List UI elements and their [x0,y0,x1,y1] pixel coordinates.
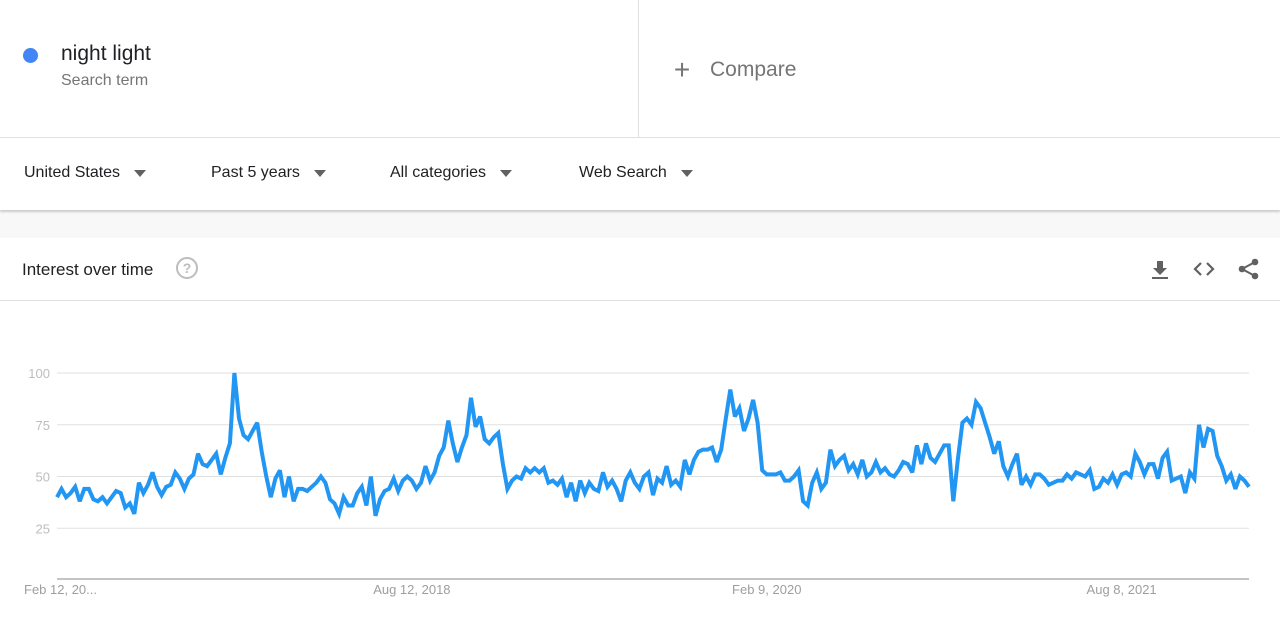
series-line-night-light [55,372,1251,520]
filter-search-type-label: Web Search [579,164,667,181]
plus-icon: + [673,54,691,85]
filter-category[interactable]: All categories [390,164,513,182]
search-header: night light Search term + Compare [0,0,1280,138]
search-term-subtitle: Search term [61,72,149,89]
compare-label: Compare [710,58,797,81]
x-tick-label: Aug 8, 2021 [1087,582,1157,597]
caret-down-icon [680,169,693,177]
search-term-name[interactable]: night light [61,42,151,66]
caret-down-icon [313,169,326,177]
y-tick-label: 100 [28,366,50,381]
filter-region-label: United States [24,164,121,181]
filter-category-label: All categories [390,164,487,181]
caret-down-icon [500,169,513,177]
y-tick-label: 50 [36,470,50,485]
y-tick-label: 25 [36,521,50,536]
filter-region[interactable]: United States [24,164,147,182]
x-tick-label: Feb 9, 2020 [732,582,801,597]
interest-line-chart[interactable]: 25 50 75 100 Feb 12, 20... Aug 12, 2018 Feb 9,… [0,238,1280,632]
x-tick-label: Aug 12, 2018 [373,582,450,597]
search-term-card[interactable]: night light Search term [0,0,639,137]
filter-time-range[interactable]: Past 5 years [211,164,326,182]
filter-bar: United States Past 5 years All categorie… [0,138,1280,210]
filter-search-type[interactable]: Web Search [579,164,693,182]
series-color-dot [23,48,38,63]
caret-down-icon [134,169,147,177]
filter-time-range-label: Past 5 years [211,164,300,181]
x-tick-label: Feb 12, 20... [24,582,97,597]
y-tick-label: 75 [36,418,50,433]
compare-button[interactable]: + Compare [667,54,797,86]
